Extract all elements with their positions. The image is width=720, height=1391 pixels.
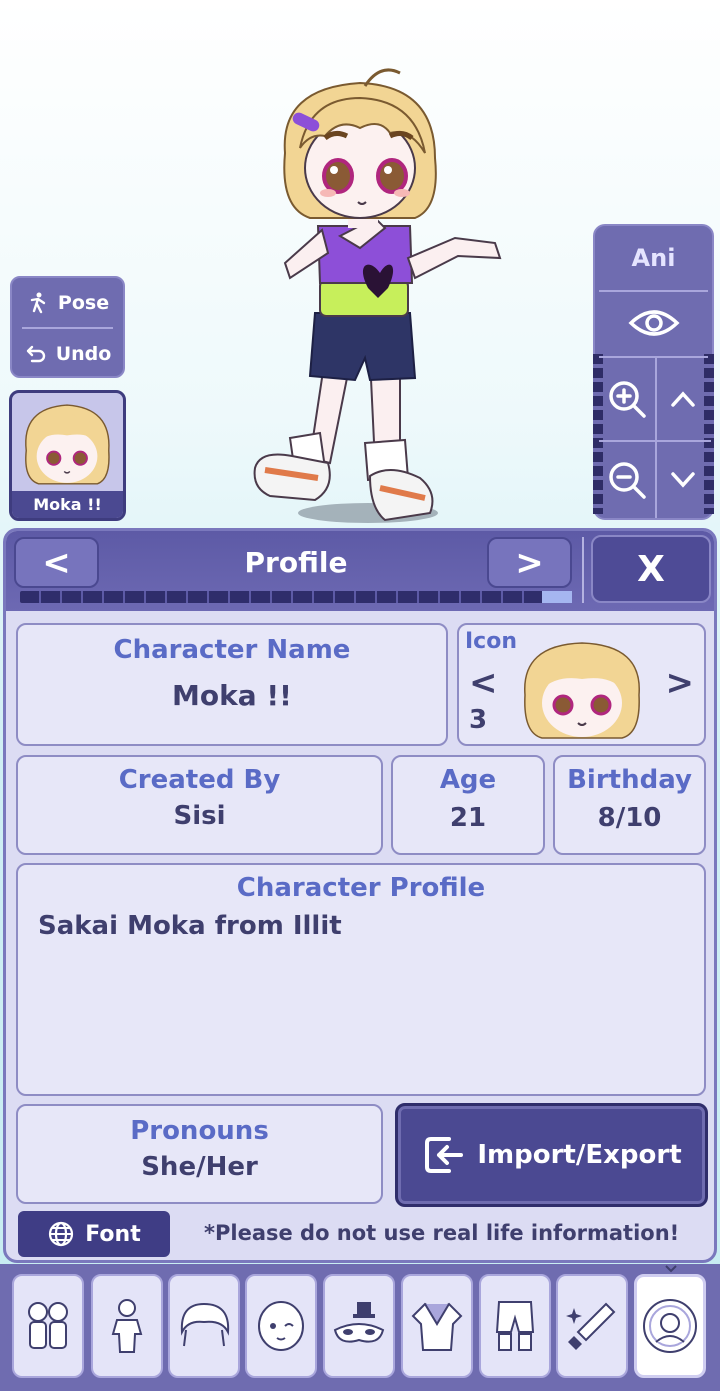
character-name-value: Moka !! (172, 679, 292, 712)
zoom-in-button[interactable] (599, 360, 655, 438)
tool-face[interactable] (245, 1274, 317, 1378)
tab-progress-current (542, 591, 572, 603)
eye-icon (627, 310, 680, 336)
icon-number: 3 (469, 705, 488, 735)
created-by-field[interactable]: Created By Sisi (16, 755, 383, 855)
tool-characters[interactable] (12, 1274, 84, 1378)
birthday-value: 8/10 (597, 803, 662, 833)
toggle-visibility-button[interactable] (599, 290, 708, 354)
top-icon (411, 1302, 463, 1351)
previous-tab-button[interactable]: < (14, 537, 99, 588)
import-export-label: Import/Export (477, 1140, 682, 1170)
tool-bottom[interactable] (479, 1274, 551, 1378)
icon-prev-button[interactable]: < (469, 663, 498, 703)
profile-icon (643, 1299, 697, 1353)
camera-panel: Ani (593, 224, 714, 520)
font-button[interactable]: Font (18, 1211, 170, 1257)
font-label: Font (85, 1221, 141, 1247)
face-icon (258, 1301, 304, 1351)
zoom-out-button[interactable] (599, 440, 655, 518)
chevron-down-icon (671, 472, 695, 488)
accessories-icon (333, 1302, 385, 1343)
character-slot-name: Moka !! (12, 491, 123, 518)
character-profile-field[interactable]: Character Profile Sakai Moka from Illit (16, 863, 706, 1096)
undo-icon (26, 345, 45, 362)
zoom-out-icon (609, 462, 646, 499)
character-name-field[interactable]: Character Name Moka !! (16, 623, 448, 746)
pose-label: Pose (57, 291, 110, 314)
character-name-label: Character Name (113, 635, 351, 665)
character-stage: Pose Undo Moka !! Ani (0, 0, 720, 525)
icon-label: Icon (465, 629, 518, 654)
birthday-label: Birthday (567, 765, 692, 795)
character-avatar (25, 404, 110, 485)
pronouns-label: Pronouns (130, 1116, 269, 1146)
pose-button[interactable]: Pose (12, 278, 123, 327)
age-label: Age (439, 765, 497, 795)
chevron-up-icon (671, 391, 695, 407)
bottom-icon (495, 1301, 535, 1351)
hair-icon (180, 1302, 230, 1347)
zoom-in-icon (609, 381, 646, 418)
pronouns-value: She/Her (141, 1152, 258, 1182)
tool-body[interactable] (91, 1274, 163, 1378)
tool-accessories[interactable] (323, 1274, 395, 1378)
character-profile-label: Character Profile (236, 873, 486, 903)
character-slot[interactable]: Moka !! (9, 390, 126, 521)
tool-top[interactable] (401, 1274, 473, 1378)
tool-props[interactable] (556, 1274, 628, 1378)
page-title: Profile (244, 546, 348, 579)
pronouns-field[interactable]: Pronouns She/Her (16, 1104, 383, 1204)
created-by-label: Created By (118, 765, 281, 795)
undo-label: Undo (55, 342, 112, 365)
characters-icon (28, 1302, 68, 1349)
icon-next-button[interactable]: > (666, 663, 695, 703)
globe-icon (49, 1221, 74, 1247)
created-by-value: Sisi (173, 801, 226, 831)
scroll-down-button[interactable] (655, 440, 711, 518)
pose-undo-panel: Pose Undo (10, 276, 125, 378)
import-export-button[interactable]: Import/Export (395, 1103, 708, 1207)
privacy-notice: *Please do not use real life information… (204, 1221, 680, 1245)
profile-header: < Profile > X (6, 531, 714, 611)
tool-profile[interactable] (634, 1274, 706, 1378)
age-value: 21 (449, 803, 487, 833)
body-icon (111, 1299, 143, 1353)
header-divider (582, 537, 584, 603)
next-tab-button[interactable]: > (487, 537, 572, 588)
birthday-field[interactable]: Birthday 8/10 (553, 755, 706, 855)
close-button[interactable]: X (591, 535, 711, 603)
icon-selector: Icon < 3 > (457, 623, 706, 746)
character-figure[interactable] (230, 58, 530, 528)
undo-button[interactable]: Undo (12, 329, 123, 378)
scroll-up-button[interactable] (655, 360, 711, 438)
zoom-divider (655, 358, 657, 518)
age-field[interactable]: Age 21 (391, 755, 545, 855)
tool-hair[interactable] (168, 1274, 240, 1378)
active-tab-marker-icon (665, 1265, 677, 1273)
profile-panel: < Profile > X Character Name Moka !! Ico… (3, 528, 717, 1263)
pose-icon (30, 292, 46, 313)
zoom-controls (599, 356, 711, 518)
props-icon (566, 1302, 616, 1350)
import-export-icon (425, 1137, 464, 1173)
character-profile-text: Sakai Moka from Illit (38, 911, 342, 941)
category-toolbar (0, 1264, 720, 1391)
tab-progress-bar (20, 591, 572, 603)
ani-button[interactable]: Ani (595, 226, 712, 290)
character-icon-preview (524, 642, 640, 739)
